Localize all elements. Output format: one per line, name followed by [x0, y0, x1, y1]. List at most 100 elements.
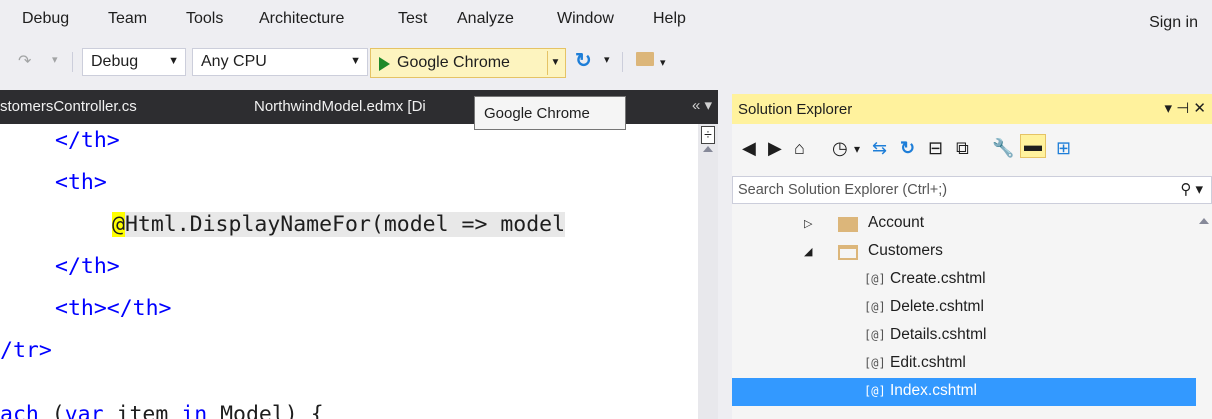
back-icon[interactable]: ◀ [742, 138, 756, 159]
tree-item-label: Account [868, 214, 925, 231]
menu-test[interactable]: Test [398, 10, 427, 28]
code-token: var [64, 402, 104, 419]
menu-analyze[interactable]: Analyze [457, 10, 514, 28]
configuration-value: Debug [91, 53, 139, 70]
tab-overflow-icon[interactable]: « ▾ [692, 96, 712, 114]
sign-in-link[interactable]: Sign in [1149, 14, 1198, 32]
collapse-all-icon[interactable]: ⊟ [928, 138, 943, 159]
tree-item-customers[interactable]: ◢ Customers [732, 238, 1196, 266]
razor-file-icon: [@] [864, 300, 886, 314]
refresh-icon[interactable]: ↻ [575, 48, 592, 73]
refresh-dropdown-icon[interactable]: ▾ [604, 53, 610, 66]
tree-item-edit[interactable]: [@] Edit.cshtml [732, 350, 1196, 378]
tooltip: Google Chrome [474, 96, 626, 130]
menu-architecture[interactable]: Architecture [259, 10, 344, 28]
start-debugging-button[interactable]: Google Chrome ▼ [370, 48, 566, 78]
split-window-icon[interactable]: ÷ [701, 126, 715, 144]
menu-help[interactable]: Help [653, 10, 686, 28]
search-icon[interactable]: ⚲ ▾ [1180, 180, 1203, 198]
razor-file-icon: [@] [864, 356, 886, 370]
pending-changes-icon[interactable]: ◷ [832, 138, 848, 159]
solution-tree: ▷ Account ◢ Customers [@] Create.cshtml … [732, 208, 1212, 419]
razor-file-icon: [@] [864, 272, 886, 286]
code-line: <th> [55, 170, 107, 195]
toolbar-overflow-icon[interactable]: ▾ [660, 56, 666, 69]
code-line: <th></th> [55, 296, 172, 321]
code-token: </th> [55, 128, 120, 153]
run-target-dropdown[interactable]: ▼ [547, 51, 563, 75]
preview-icon[interactable]: ▬ [1020, 134, 1046, 158]
menu-tools[interactable]: Tools [186, 10, 223, 28]
code-token: <th> [55, 170, 107, 195]
razor-file-icon: [@] [864, 384, 886, 398]
solution-explorer-toolbar: ◀ ▶ ⌂ ◷ ▾ ⇆ ↻ ⊟ ⧉ 🔧 ▬ ⊞ [732, 124, 1212, 176]
editor-scrollbar[interactable]: ÷ [698, 124, 718, 419]
tab-northwind-model[interactable]: NorthwindModel.edmx [Di [254, 98, 426, 115]
tree-item-index[interactable]: [@] Index.cshtml [732, 378, 1196, 406]
collapse-icon[interactable]: ◢ [804, 245, 812, 258]
menu-team[interactable]: Team [108, 10, 147, 28]
home-icon[interactable]: ⌂ [794, 138, 805, 159]
code-token: Html.DisplayNameFor(model => model [124, 212, 566, 237]
tree-item-label: Details.cshtml [890, 326, 987, 343]
tree-item-label: Index.cshtml [890, 382, 978, 399]
platform-select[interactable]: Any CPU ▼ [192, 48, 368, 76]
redo-icon[interactable]: ↷ [18, 51, 31, 71]
tree-item-create[interactable]: [@] Create.cshtml [732, 266, 1196, 294]
razor-file-icon: [@] [864, 328, 886, 342]
play-icon [379, 57, 390, 71]
folder-open-icon [838, 245, 858, 260]
code-token: /tr> [0, 338, 52, 363]
toolbar-separator [72, 52, 73, 72]
tree-item-account[interactable]: ▷ Account [732, 210, 1196, 238]
properties-icon[interactable]: 🔧 [992, 138, 1014, 159]
code-token: in [181, 402, 208, 419]
code-token: Model) { [207, 402, 324, 419]
tree-item-details[interactable]: [@] Details.cshtml [732, 322, 1196, 350]
chevron-down-icon: ▼ [168, 55, 179, 67]
code-token: item [103, 402, 182, 419]
show-all-files-icon[interactable]: ⧉ [956, 138, 969, 159]
solution-explorer-title: Solution Explorer [738, 101, 853, 118]
run-target-label: Google Chrome [397, 54, 510, 71]
code-token: </th> [55, 254, 120, 279]
solution-explorer: Solution Explorer ▾ ⊣ ✕ ◀ ▶ ⌂ ◷ ▾ ⇆ ↻ ⊟ … [732, 94, 1212, 419]
code-line: @Html.DisplayNameFor(model => model [112, 212, 566, 237]
tab-customers-controller[interactable]: stomersController.cs [0, 98, 137, 115]
code-editor[interactable]: </th> <th> @Html.DisplayNameFor(model =>… [0, 124, 698, 419]
solution-explorer-search[interactable]: Search Solution Explorer (Ctrl+;) ⚲ ▾ [732, 176, 1212, 204]
menu-bar: Debug Team Tools Architecture Test Analy… [0, 0, 1212, 40]
class-view-icon[interactable]: ⊞ [1056, 138, 1071, 159]
menu-debug[interactable]: Debug [22, 10, 69, 28]
expand-icon[interactable]: ▷ [804, 217, 812, 230]
tree-item-label: Edit.cshtml [890, 354, 966, 371]
tree-item-delete[interactable]: [@] Delete.cshtml [732, 294, 1196, 322]
tree-item-label: Delete.cshtml [890, 298, 984, 315]
configuration-select[interactable]: Debug ▼ [82, 48, 186, 76]
chevron-down-icon[interactable]: ▾ [854, 142, 860, 156]
code-token: <th></th> [55, 296, 172, 321]
search-placeholder: Search Solution Explorer (Ctrl+;) [738, 182, 948, 198]
panel-divider[interactable] [718, 90, 732, 419]
scroll-up-icon[interactable] [703, 146, 713, 152]
scroll-up-icon[interactable] [1199, 218, 1209, 224]
forward-icon[interactable]: ▶ [768, 138, 782, 159]
refresh-icon[interactable]: ↻ [900, 138, 915, 159]
toolbar: ↷ ▾ Debug ▼ Any CPU ▼ Google Chrome ▼ ↻ … [0, 44, 1212, 80]
toolbar-separator [622, 52, 623, 72]
window-controls[interactable]: ▾ ⊣ ✕ [1165, 99, 1207, 117]
tree-scrollbar[interactable] [1196, 208, 1212, 419]
folder-icon [838, 217, 858, 232]
code-line: ach (var item in Model) { [0, 402, 324, 419]
solution-explorer-title-bar[interactable]: Solution Explorer ▾ ⊣ ✕ [732, 94, 1212, 124]
code-line: </th> [55, 128, 120, 153]
menu-window[interactable]: Window [557, 10, 614, 28]
razor-marker: @ [112, 212, 125, 237]
platform-value: Any CPU [201, 53, 267, 70]
sync-icon[interactable]: ⇆ [872, 138, 887, 159]
code-token: ( [38, 402, 65, 419]
redo-dropdown-icon[interactable]: ▾ [52, 53, 58, 66]
browser-link-icon[interactable] [636, 52, 654, 66]
code-token: ach [0, 402, 39, 419]
code-line: </th> [55, 254, 120, 279]
